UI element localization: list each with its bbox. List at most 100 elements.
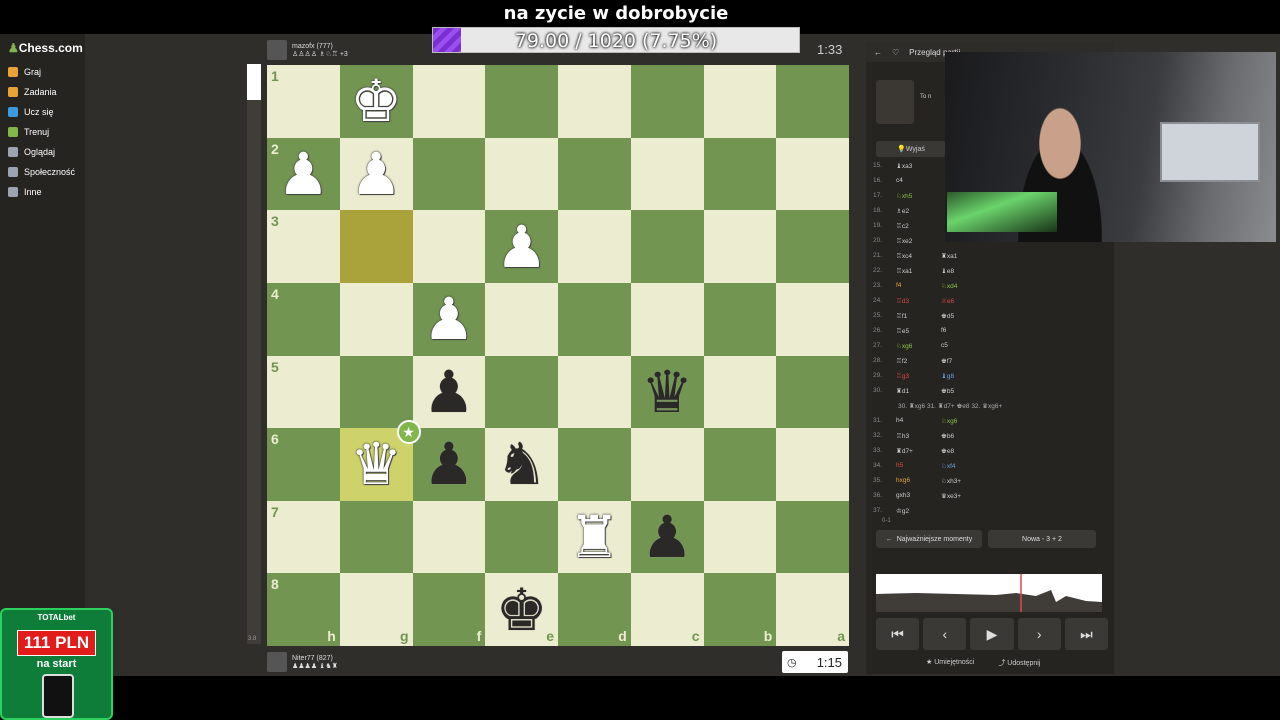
square-e7[interactable] [485,500,558,574]
square-h6[interactable]: 6 [267,428,340,501]
white-move[interactable]: ♖g3 [896,372,941,380]
square-g8[interactable]: g [339,573,413,646]
square-d8[interactable]: d [558,573,631,646]
white-move[interactable]: ♖xc4 [896,252,941,260]
white-move[interactable]: f4 [896,282,941,289]
square-a8[interactable]: a [776,573,849,646]
square-d7[interactable]: ♜ [558,500,631,574]
black-move[interactable]: ♛xe3+ [941,492,1001,500]
bottom-player-name[interactable]: Niter77 (827) [292,655,338,662]
white-move[interactable]: h5 [896,462,941,469]
chess-board[interactable]: 1 ♚ 2 ♟ ♟ 3 ♟ 4 ♟ 5 ♟ ♛ 6 ♛ ★ ♟ ♞ 7 ♜ ♟ 8 h g f e ♚ d c b a [267,65,849,646]
black-move[interactable]: ♘xf4 [941,462,1001,470]
white-move[interactable]: ♜d7+ [896,447,941,455]
square-c3[interactable] [630,210,704,283]
white-move[interactable]: ♖xe2 [896,237,941,245]
square-g1[interactable]: ♚ [339,65,413,138]
variation-line[interactable]: 30. ♜xg6 31. ♜d7+ ♚e8 32. ♛xg6+ [866,402,1002,410]
black-move[interactable]: ♝g8 [941,372,1001,380]
black-piece[interactable]: ♞ [496,435,548,493]
white-move[interactable]: ♗e2 [896,207,941,215]
square-a3[interactable] [776,210,849,283]
white-move[interactable]: ♖e5 [896,327,941,335]
square-a1[interactable] [776,65,849,138]
square-h5[interactable]: 5 [267,355,340,429]
sidebar-item[interactable]: Ucz się [8,102,54,122]
square-d3[interactable] [558,210,631,283]
white-move[interactable]: ♔g2 [896,507,941,515]
square-b5[interactable] [703,355,777,429]
sidebar-item[interactable]: Oglądaj [8,142,55,162]
square-g6[interactable]: ♛ ★ [339,420,421,501]
white-move[interactable]: ♖c2 [896,222,941,230]
square-f4[interactable]: ♟ [412,282,486,356]
play-icon[interactable]: ▶ [970,618,1014,650]
prev-move-icon[interactable]: ‹ [923,618,967,650]
explain-button[interactable]: 💡 Wyjaś [876,141,946,157]
square-h8[interactable]: 8h [267,573,340,646]
heart-icon[interactable]: ♡ [892,48,899,57]
square-g3[interactable] [339,210,413,283]
square-g5[interactable] [339,355,413,429]
white-piece[interactable]: ♟ [496,218,548,276]
black-move[interactable]: f6 [941,327,1001,334]
square-e5[interactable] [485,355,558,429]
black-piece[interactable]: ♚ [496,581,548,639]
square-h7[interactable]: 7 [267,500,340,574]
black-move[interactable]: ♘xh3+ [941,477,1001,485]
white-piece[interactable]: ♟ [350,145,402,203]
square-c2[interactable] [630,137,704,211]
black-move[interactable]: ♘xd4 [941,282,1001,290]
white-piece[interactable]: ♚ [350,72,402,130]
square-a2[interactable] [776,137,849,211]
square-b1[interactable] [703,65,777,138]
square-a6[interactable] [776,428,849,501]
square-f5[interactable]: ♟ [412,355,486,429]
black-move[interactable]: c5 [941,342,1001,349]
last-move-icon[interactable]: ⏭ [1064,618,1109,650]
square-e6[interactable]: ♞ [485,428,558,501]
sponsor-ad[interactable]: TOTALbet 111 PLN na start [0,608,113,720]
square-g4[interactable] [339,282,413,356]
square-g2[interactable]: ♟ [339,137,413,211]
white-move[interactable]: c4 [896,177,941,184]
key-moments-button[interactable]: ← Najważniejsze momenty [876,530,982,548]
white-move[interactable]: ♘xh5 [896,192,941,200]
black-move[interactable]: ♘xg6 [941,417,1001,425]
eval-graph[interactable] [876,574,1102,612]
square-d4[interactable] [558,282,631,356]
square-c4[interactable] [630,282,704,356]
white-piece[interactable]: ♜ [568,508,620,566]
square-c6[interactable] [630,428,704,501]
black-move[interactable]: ♚f7 [941,357,1001,365]
white-move[interactable]: ♖f1 [896,312,941,320]
square-f2[interactable] [412,137,486,211]
black-move[interactable]: ♚b6 [941,432,1001,440]
white-piece[interactable]: ♟ [423,290,475,348]
share-button[interactable]: ⤴ Udostępnij [998,658,1040,668]
white-move[interactable]: ♝xa3 [896,162,941,170]
square-f6[interactable]: ♟ [412,428,486,501]
white-move[interactable]: ♜d1 [896,387,941,395]
square-h2[interactable]: 2 ♟ [267,137,340,211]
square-c8[interactable]: c [630,573,704,646]
white-move[interactable]: ♖f2 [896,357,941,365]
white-move[interactable]: ♘xg6 [896,342,941,350]
black-move[interactable]: ♚d5 [941,312,1001,320]
square-b2[interactable] [703,137,777,211]
next-move-icon[interactable]: › [1017,618,1061,650]
square-b8[interactable]: b [703,573,777,646]
white-move[interactable]: ♖d3 [896,297,941,305]
square-d1[interactable] [558,65,631,138]
square-f1[interactable] [412,65,486,138]
square-b3[interactable] [703,210,777,283]
square-h1[interactable]: 1 [267,65,340,138]
square-d5[interactable] [558,355,631,429]
square-e1[interactable] [485,65,558,138]
square-d2[interactable] [558,137,631,211]
square-f7[interactable] [412,500,486,574]
square-h3[interactable]: 3 [267,210,340,283]
white-move[interactable]: hxg6 [896,477,941,484]
chess-logo[interactable]: ♟Chess.com [8,41,83,55]
white-move[interactable]: gxh3 [896,492,941,499]
